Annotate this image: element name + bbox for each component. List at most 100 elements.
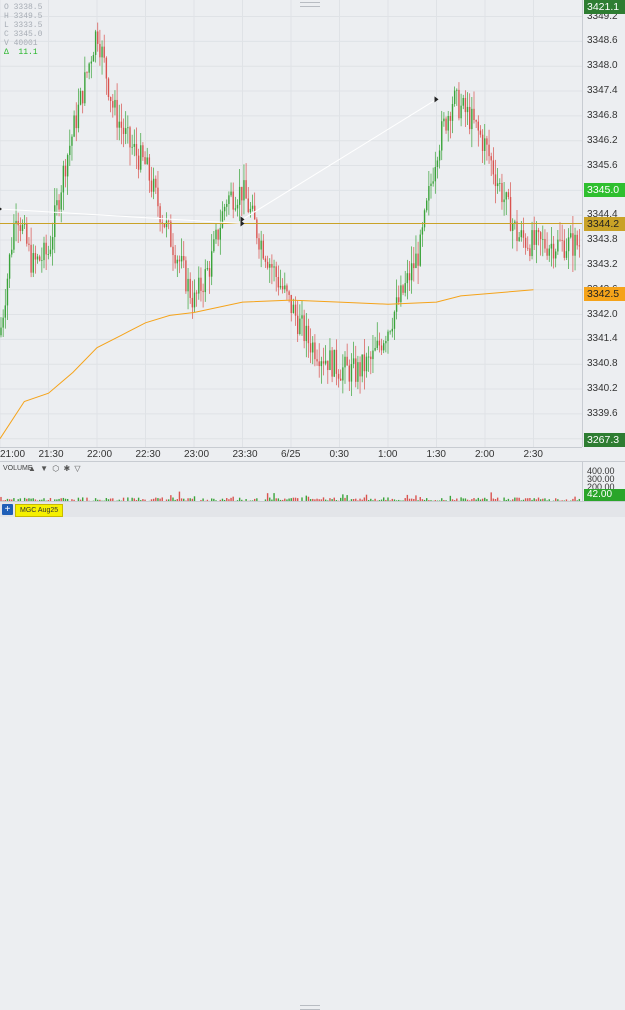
- candle-body: [232, 191, 234, 210]
- time-axis[interactable]: 21:00 21:30 22:00 22:30 23:00 23:30 6/25 0:30 1:…: [0, 447, 582, 461]
- candle-body: [118, 121, 120, 128]
- candle-body: [211, 251, 213, 277]
- candle-body: [567, 237, 570, 252]
- candle-body: [546, 248, 548, 256]
- candle-body: [531, 230, 533, 257]
- candle-body: [438, 150, 441, 161]
- candle-body: [426, 200, 428, 211]
- candle-body: [260, 240, 262, 250]
- price-tick-label: 3347.4: [587, 85, 618, 97]
- candle-body: [383, 343, 385, 351]
- candle-body: [292, 304, 295, 314]
- candle-body: [466, 106, 469, 113]
- candle-body: [413, 263, 415, 269]
- candle-body: [266, 261, 269, 268]
- candle-body: [464, 97, 467, 113]
- candle-body: [469, 106, 471, 130]
- candle-body: [488, 144, 490, 157]
- candle-body: [520, 230, 522, 238]
- candle-body: [4, 305, 6, 318]
- candle-body: [281, 285, 284, 290]
- candle-body: [183, 256, 185, 261]
- price-tag-vwap: 3342.5: [584, 286, 625, 301]
- price-tick-label: 3343.8: [587, 234, 618, 246]
- candle-body: [114, 99, 116, 108]
- candle-body: [217, 229, 219, 240]
- candle-body: [238, 186, 241, 205]
- candle-body: [320, 361, 323, 367]
- volume-bars-svg: [0, 491, 581, 502]
- price-tick-label: 3348.0: [587, 60, 618, 72]
- candle-body: [507, 192, 510, 198]
- time-tick-label: 1:00: [378, 449, 398, 460]
- candle-body: [410, 263, 413, 281]
- candle-body: [223, 206, 226, 212]
- candle-body: [34, 253, 37, 260]
- candle-body: [355, 358, 357, 382]
- candle-body: [215, 229, 217, 240]
- candle-body: [391, 328, 393, 332]
- candle-body: [159, 206, 161, 223]
- candle-body: [170, 221, 172, 247]
- candle-body: [243, 180, 245, 201]
- candle-body: [578, 245, 581, 247]
- candle-body: [26, 223, 28, 244]
- candle-body: [43, 242, 45, 261]
- candle-body: [236, 204, 239, 209]
- candle-body: [84, 72, 86, 104]
- candle-body: [456, 89, 458, 91]
- candle-body: [509, 197, 512, 231]
- price-chart-svg[interactable]: [0, 0, 582, 447]
- candle-body: [421, 227, 424, 235]
- symbol-tab[interactable]: MGC Aug25: [15, 504, 64, 517]
- candle-body: [88, 63, 90, 73]
- candle-body: [342, 367, 344, 381]
- pane-resize-handle[interactable]: [300, 2, 320, 7]
- candle-body: [191, 297, 194, 308]
- candle-body: [335, 349, 338, 374]
- candle-body: [168, 220, 170, 222]
- volume-axis[interactable]: 400.00 300.00 200.00 42.00: [582, 461, 625, 501]
- candle-body: [376, 340, 378, 348]
- candle-body: [219, 227, 221, 240]
- price-axis[interactable]: 3349.2 3348.6 3348.0 3347.4 3346.8 3346.2 3345…: [582, 0, 625, 447]
- candle-body: [415, 253, 417, 269]
- price-tick-label: 3340.8: [587, 358, 618, 370]
- candle-body: [163, 223, 166, 228]
- candle-body: [378, 340, 381, 346]
- candle-body: [316, 359, 318, 362]
- volume-controls-icon[interactable]: ▲ ▼ ⬡ ✱ ▽: [28, 464, 82, 473]
- candle-body: [2, 317, 4, 328]
- time-tick-label: 2:00: [475, 449, 495, 460]
- price-tag-bottom: 3267.3: [584, 433, 625, 447]
- candle-body: [352, 358, 355, 364]
- volume-pane[interactable]: VOLUME ▲ ▼ ⬡ ✱ ▽: [0, 461, 582, 502]
- pane-resize-handle[interactable]: [300, 1005, 320, 1010]
- candle-body: [11, 249, 13, 255]
- candle-body: [172, 246, 174, 256]
- candle-body: [47, 254, 49, 255]
- candle-body: [496, 183, 499, 187]
- candle-body: [539, 232, 542, 240]
- candle-body: [112, 101, 114, 108]
- candle-body: [150, 180, 153, 192]
- candle-body: [129, 127, 131, 148]
- candle-body: [198, 277, 200, 294]
- candles-group: [0, 22, 581, 396]
- candle-body: [19, 225, 22, 231]
- candle-body: [109, 96, 112, 102]
- add-symbol-button[interactable]: +: [2, 504, 13, 515]
- candle-body: [337, 373, 340, 379]
- candle-body: [39, 256, 41, 261]
- candle-body: [555, 251, 557, 259]
- time-tick-label: 6/25: [281, 449, 301, 460]
- candle-body: [120, 121, 123, 128]
- candle-body: [529, 248, 531, 257]
- candle-body: [185, 260, 187, 292]
- price-chart-pane[interactable]: O 3338.5 H 3349.5 L 3333.5 C 3345.0 V 40…: [0, 0, 582, 447]
- candle-body: [404, 283, 406, 293]
- candle-body: [64, 165, 67, 177]
- candle-body: [105, 57, 108, 79]
- candle-body: [226, 203, 228, 207]
- candle-body: [572, 233, 574, 256]
